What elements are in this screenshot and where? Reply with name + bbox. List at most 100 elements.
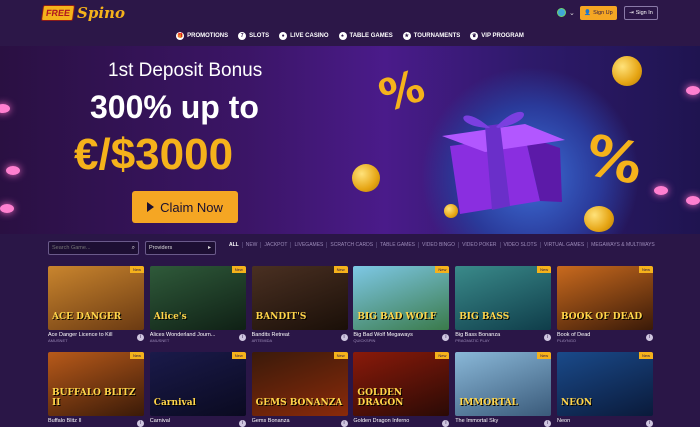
new-badge: New (638, 266, 653, 273)
info-icon[interactable]: i (442, 420, 450, 427)
game-thumbnail[interactable]: New BIG BASS (455, 266, 552, 330)
game-card[interactable]: New IMMORTAL The Immortal Sky i (455, 352, 552, 427)
gift-box-icon (442, 111, 565, 214)
top-bar: FREE Spino ⌄ 👤 Sign Up ⇥ Sign In (0, 0, 700, 26)
site-logo[interactable]: FREE Spino (40, 3, 125, 23)
lamp-decoration (654, 186, 668, 195)
game-thumbnail[interactable]: New BOOK OF DEAD (557, 266, 653, 330)
nav-promotions[interactable]: 🎁 PROMOTIONS (176, 32, 228, 40)
category-tabs: ALL NEW JACKPOT LIVEGAMES SCRATCH CARDS … (226, 242, 658, 248)
coin-icon (352, 164, 380, 192)
game-provider: PLAYNGO (557, 338, 577, 343)
hero-amount: €/$3000 (74, 130, 234, 179)
trophy-icon: ★ (402, 32, 411, 40)
game-thumbnail[interactable]: New NEON (557, 352, 653, 416)
info-icon[interactable]: i (544, 420, 552, 427)
tab-livegames[interactable]: LIVEGAMES (291, 242, 328, 248)
lamp-decoration (6, 166, 20, 175)
thumbnail-title: BIG BAD WOLF (357, 312, 437, 322)
game-card[interactable]: New Carnival Carnival i (149, 352, 246, 427)
game-provider: QUICKSPIN (353, 338, 376, 343)
game-card[interactable]: New Alice's Alices Wonderland Journ... AMUS… (149, 266, 246, 343)
nav-slots[interactable]: 7 SLOTS (238, 32, 269, 40)
tab-all[interactable]: ALL (226, 242, 243, 248)
table-games-icon: ♠ (338, 32, 347, 40)
game-thumbnail[interactable]: New GOLDEN DRAGON (353, 352, 450, 416)
info-icon[interactable]: i (340, 420, 348, 427)
game-provider: ARTEMIDA (251, 338, 273, 343)
tab-table-games[interactable]: TABLE GAMES (377, 242, 419, 248)
info-icon[interactable]: i (646, 420, 653, 427)
providers-dropdown[interactable]: Providers ▸ (145, 241, 216, 255)
game-card[interactable]: New GEMS BONANZA Gems Bonanza i (251, 352, 348, 427)
coin-icon (584, 206, 614, 232)
game-name: The Immortal Sky (455, 418, 499, 424)
game-thumbnail[interactable]: New ACE DANGER (48, 266, 144, 330)
tab-scratch-cards[interactable]: SCRATCH CARDS (327, 242, 378, 248)
signin-label: Sign In (635, 10, 653, 16)
new-badge: New (129, 266, 144, 273)
game-card[interactable]: New BIG BAD WOLF Big Bad Wolf Megaways QUIC… (353, 266, 450, 343)
info-icon[interactable]: i (238, 334, 246, 341)
thumbnail-title: BIG BASS (459, 312, 510, 322)
info-icon[interactable]: i (238, 420, 246, 427)
tab-jackpot[interactable]: JACKPOT (261, 242, 292, 248)
game-card[interactable]: New BIG BASS Big Bass Bonanza PRAGMATIC PLA… (455, 266, 552, 343)
tab-virtual-games[interactable]: VIRTUAL GAMES (541, 242, 589, 248)
logo-badge: FREE (40, 5, 76, 21)
nav-tournaments[interactable]: ★ TOURNAMENTS (402, 32, 460, 40)
hero-subtitle: 1st Deposit Bonus (108, 60, 263, 81)
info-icon[interactable]: i (137, 420, 144, 427)
search-icon[interactable]: ⌕ (132, 245, 135, 252)
new-badge: New (537, 352, 552, 359)
game-thumbnail[interactable]: New IMMORTAL (455, 352, 552, 416)
game-provider: AMUSNET (48, 338, 68, 343)
slots-icon: 7 (238, 32, 247, 40)
nav-vip-program[interactable]: ♛ VIP PROGRAM (470, 32, 524, 40)
game-thumbnail[interactable]: New BIG BAD WOLF (353, 266, 450, 330)
tab-new[interactable]: NEW (243, 242, 262, 248)
new-badge: New (231, 266, 246, 273)
nav-label: LIVE CASINO (290, 33, 329, 39)
game-thumbnail[interactable]: New BANDIT'S (251, 266, 348, 330)
info-icon[interactable]: i (137, 334, 144, 341)
game-thumbnail[interactable]: New GEMS BONANZA (251, 352, 348, 416)
game-thumbnail[interactable]: New Carnival (149, 352, 246, 416)
coin-icon (444, 204, 458, 218)
info-icon[interactable]: i (340, 334, 348, 341)
game-thumbnail[interactable]: New BUFFALO BLITZ II (48, 352, 144, 416)
info-icon[interactable]: i (646, 334, 653, 341)
signup-button[interactable]: 👤 Sign Up (580, 6, 617, 20)
game-name: Neon (557, 418, 571, 424)
logo-text: Spino (77, 4, 125, 22)
game-card[interactable]: New NEON Neon i (557, 352, 653, 427)
tab-video-slots[interactable]: VIDEO SLOTS (501, 242, 541, 248)
hero-banner[interactable]: 1st Deposit Bonus 300% up to €/$3000 Cla… (0, 46, 700, 234)
login-icon: ⇥ (629, 10, 634, 16)
live-casino-icon: ● (279, 32, 288, 40)
claim-now-button[interactable]: Claim Now (132, 191, 238, 223)
tab-video-bingo[interactable]: VIDEO BINGO (419, 242, 460, 248)
game-name: Buffalo Blitz II (48, 418, 82, 424)
nav-live-casino[interactable]: ● LIVE CASINO (279, 32, 329, 40)
signin-button[interactable]: ⇥ Sign In (624, 6, 658, 20)
game-card[interactable]: New ACE DANGER Ace Danger Licence to Kill A… (48, 266, 144, 343)
lamp-decoration (0, 204, 14, 213)
nav-table-games[interactable]: ♠ TABLE GAMES (338, 32, 393, 40)
game-card[interactable]: New BANDIT'S Bandits Retreat ARTEMIDA i (251, 266, 348, 343)
search-input[interactable] (52, 245, 122, 251)
main-nav: 🎁 PROMOTIONS 7 SLOTS ● LIVE CASINO ♠ TABLE G… (0, 26, 700, 46)
game-name: Gems Bonanza (251, 418, 290, 424)
language-selector[interactable]: ⌄ (557, 8, 575, 17)
game-thumbnail[interactable]: New Alice's (149, 266, 246, 330)
search-box[interactable]: ⌕ (48, 241, 139, 255)
game-filters: ⌕ Providers ▸ ALL NEW JACKPOT LIVEGAMES … (0, 234, 700, 264)
game-card[interactable]: New BOOK OF DEAD Book of Dead PLAYNGO i (557, 266, 653, 343)
game-card[interactable]: New BUFFALO BLITZ II Buffalo Blitz II i (48, 352, 144, 427)
tab-megaways[interactable]: MEGAWAYS & MULTIWAYS (588, 242, 658, 248)
game-card[interactable]: New GOLDEN DRAGON Golden Dragon Inferno i (353, 352, 450, 427)
new-badge: New (638, 352, 653, 359)
tab-video-poker[interactable]: VIDEO POKER (459, 242, 501, 248)
new-badge: New (333, 266, 348, 273)
lamp-decoration (0, 104, 10, 113)
